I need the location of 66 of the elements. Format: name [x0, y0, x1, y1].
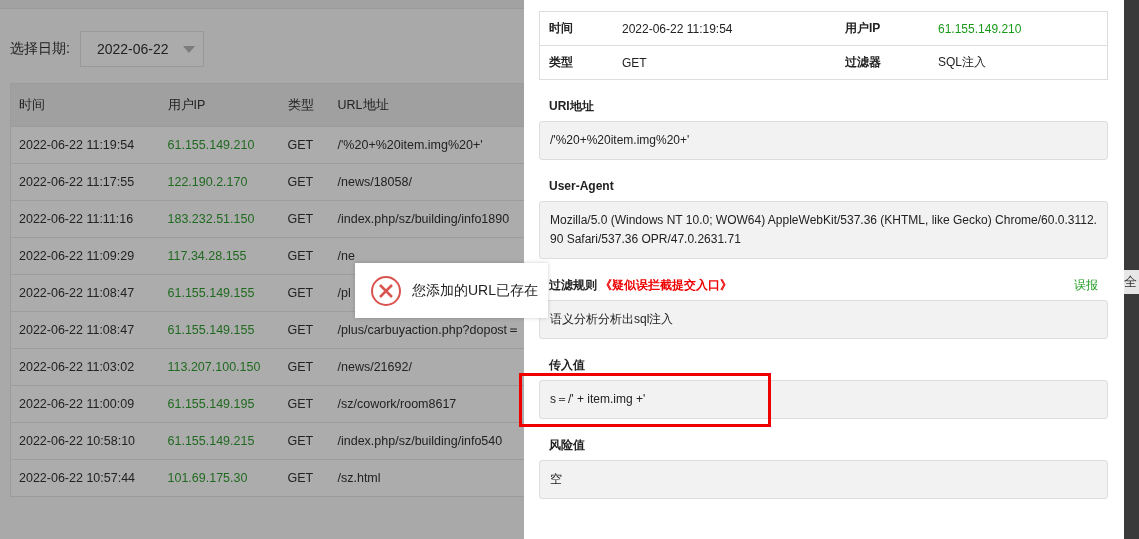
section-title: User-Agent: [549, 179, 614, 193]
table-cell: 61.155.149.215: [159, 422, 280, 460]
info-value: 61.155.149.210: [929, 11, 1108, 46]
toast-message: 您添加的URL已存在: [412, 281, 538, 300]
section-title: 过滤规则 《疑似误拦截提交入口》: [549, 278, 733, 292]
table-cell: GET: [279, 348, 330, 386]
error-icon: [370, 274, 402, 307]
table-cell: GET: [279, 237, 330, 275]
column-header: URL地址: [329, 83, 524, 127]
table-cell: GET: [279, 385, 330, 423]
section-title: 传入值: [549, 358, 585, 372]
table-cell: 2022-06-22 11:08:47: [10, 311, 160, 349]
value-box: Mozilla/5.0 (Windows NT 10.0; WOW64) AppleWebKit/537.36 (KHTML, like Gecko) Chrome/60.0.3112.90 Safari/537.36 OPR/47.0.2631.71: [539, 201, 1108, 259]
table-cell: GET: [279, 459, 330, 497]
table-cell: 2022-06-22 11:03:02: [10, 348, 160, 386]
table-cell: 2022-06-22 11:00:09: [10, 385, 160, 423]
table-cell: GET: [279, 274, 330, 312]
table-cell: 61.155.149.155: [159, 311, 280, 349]
info-label: 过滤器: [836, 45, 929, 80]
value-box: /'%20+%20item.img%20+': [539, 121, 1108, 160]
table-cell: /sz.html: [329, 459, 524, 497]
info-value: 2022-06-22 11:19:54: [613, 11, 836, 46]
table-cell: /news/21692/: [329, 348, 524, 386]
table-cell: 2022-06-22 11:17:55: [10, 163, 160, 201]
value-box: s＝/' + item.img +': [539, 380, 1108, 419]
table-cell: 122.190.2.170: [159, 163, 280, 201]
table-cell: 61.155.149.195: [159, 385, 280, 423]
table-cell: GET: [279, 126, 330, 164]
table-cell: /news/18058/: [329, 163, 524, 201]
table-cell: 61.155.149.155: [159, 274, 280, 312]
table-cell: 2022-06-22 11:09:29: [10, 237, 160, 275]
date-select[interactable]: 2022-06-22: [79, 31, 204, 67]
table-cell: GET: [279, 163, 330, 201]
table-cell: /index.php/sz/building/info540: [329, 422, 524, 460]
info-value: GET: [613, 45, 836, 80]
table-cell: 2022-06-22 11:11:16: [10, 200, 160, 238]
value-box: 语义分析分析出sql注入: [539, 300, 1108, 339]
table-cell: GET: [279, 200, 330, 238]
table-cell: 117.34.28.155: [159, 237, 280, 275]
table-cell: /index.php/sz/building/info1890: [329, 200, 524, 238]
table-cell: GET: [279, 422, 330, 460]
table-cell: 183.232.51.150: [159, 200, 280, 238]
info-label: 时间: [539, 11, 613, 46]
column-header: 类型: [279, 83, 330, 127]
value-box: 空: [539, 460, 1108, 499]
column-header: 用户IP: [159, 83, 280, 127]
info-label: 用户IP: [836, 11, 929, 46]
info-value: SQL注入: [929, 45, 1108, 80]
section-title: 风险值: [549, 438, 585, 452]
caret-icon: [182, 45, 195, 53]
table-cell: /'%20+%20item.img%20+': [329, 126, 524, 164]
column-header: 时间: [10, 83, 160, 127]
table-cell: /sz/cowork/room8617: [329, 385, 524, 423]
table-cell: 2022-06-22 11:19:54: [10, 126, 160, 164]
table-cell: 113.207.100.150: [159, 348, 280, 386]
date-label: 选择日期:: [10, 40, 70, 58]
false-report-link[interactable]: 误报: [1074, 278, 1098, 292]
table-cell: 2022-06-22 10:58:10: [10, 422, 160, 460]
side-text: 全: [1124, 270, 1139, 294]
table-cell: 101.69.175.30: [159, 459, 280, 497]
table-cell: 2022-06-22 11:08:47: [10, 274, 160, 312]
table-cell: GET: [279, 311, 330, 349]
info-label: 类型: [539, 45, 613, 80]
section-title: URI地址: [549, 99, 594, 113]
table-cell: 61.155.149.210: [159, 126, 280, 164]
table-cell: 2022-06-22 10:57:44: [10, 459, 160, 497]
